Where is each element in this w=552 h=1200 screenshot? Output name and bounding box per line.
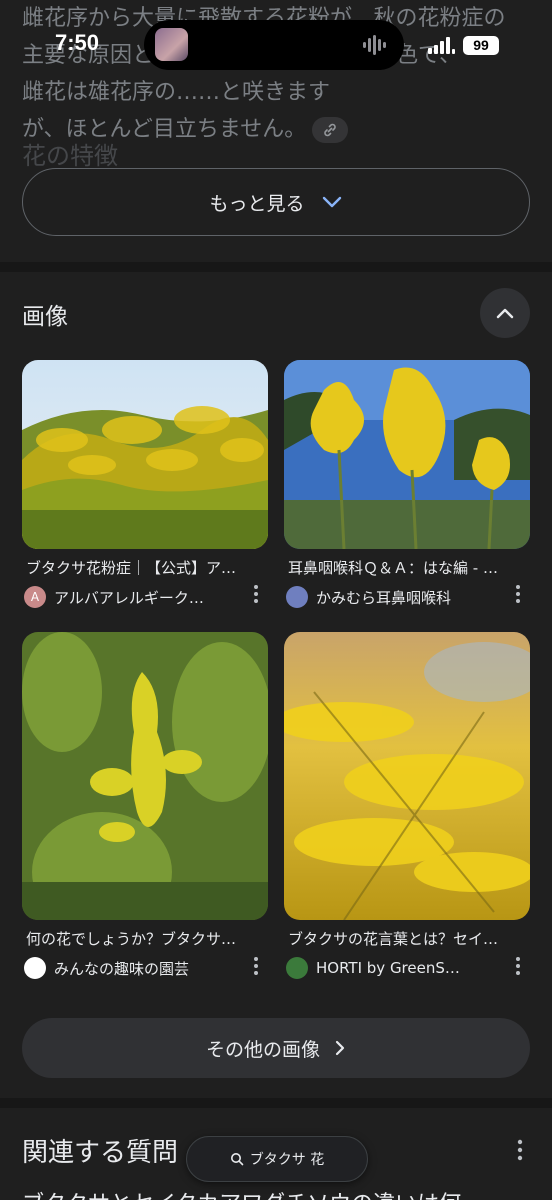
site-favicon-icon [286,957,308,979]
snippet-line: 雌花は雄花序の……と咲きます [22,80,331,105]
image-result-card[interactable]: 何の花でしょうか？ブタクサ… みんなの趣味の園芸 [22,632,268,979]
cellular-signal-icon [428,37,455,54]
images-section-title: 画像 [22,304,68,330]
image-source[interactable]: かみむら耳鼻咽喉科 [284,586,530,608]
image-caption[interactable]: ブタクサ花粉症｜【公式】ア… [22,557,262,578]
goldenrod-field-image [22,360,268,549]
site-favicon-icon [286,586,308,608]
source-name: かみむら耳鼻咽喉科 [316,588,452,607]
image-thumbnail[interactable] [22,632,268,920]
image-result-card[interactable]: ブタクサ花粉症｜【公式】ア… A アルバアレルギーク… [22,360,268,608]
site-favicon-icon [24,957,46,979]
more-images-label: その他の画像 [205,1038,320,1061]
more-images-button[interactable]: その他の画像 [22,1018,530,1078]
image-result-card[interactable]: ブタクサの花言葉とは？セイ… HORTI by GreenS… [284,632,530,979]
source-name: HORTI by GreenS… [316,959,460,977]
image-caption[interactable]: 何の花でしょうか？ブタクサ… [22,928,262,949]
image-source[interactable]: A アルバアレルギーク… [22,586,268,608]
search-icon [230,1153,244,1166]
related-question-item[interactable]: ブタクサとセイタカアワダチソウの違いは何… [22,1186,532,1200]
goldenrod-plant-image [284,360,530,549]
goldenrod-closeup-image [22,632,268,920]
more-options-icon[interactable] [510,583,526,605]
image-source[interactable]: HORTI by GreenS… [284,957,530,979]
status-time: 7:50 [55,30,100,55]
chevron-right-icon [335,1040,345,1056]
more-options-icon[interactable] [512,1138,528,1162]
show-more-button[interactable]: もっと見る [22,168,530,236]
search-query: ブタクサ 花 [249,1152,325,1168]
site-favicon-icon: A [24,586,46,608]
chevron-up-icon [496,308,514,319]
link-icon [324,123,337,137]
chevron-down-icon [322,196,341,208]
show-more-label: もっと見る [209,192,305,215]
source-name: アルバアレルギーク… [54,588,204,607]
more-options-icon[interactable] [248,955,264,977]
image-thumbnail[interactable] [284,632,530,920]
floating-search-pill[interactable]: ブタクサ 花 [186,1136,368,1182]
section-divider [0,1098,552,1108]
collapse-section-button[interactable] [480,288,530,338]
section-divider [0,262,552,272]
more-options-icon[interactable] [248,583,264,605]
audio-wave-icon [363,35,386,55]
related-questions-title: 関連する質問 [22,1138,179,1168]
image-source[interactable]: みんなの趣味の園芸 [22,957,268,979]
more-options-icon[interactable] [510,955,526,977]
link-chip[interactable] [312,117,349,143]
image-result-card[interactable]: 耳鼻咽喉科Ｑ＆Ａ：はな編 - … かみむら耳鼻咽喉科 [284,360,530,608]
battery-indicator: 99 [463,36,499,55]
image-caption[interactable]: ブタクサの花言葉とは？セイ… [284,928,524,949]
source-name: みんなの趣味の園芸 [54,959,190,978]
image-thumbnail[interactable] [22,360,268,549]
snippet-heading: 花の特徴 [22,142,118,170]
goldenrod-blur-image [284,632,530,920]
image-thumbnail[interactable] [284,360,530,549]
dynamic-island[interactable] [144,20,404,70]
now-playing-thumbnail [155,28,188,61]
image-caption[interactable]: 耳鼻咽喉科Ｑ＆Ａ：はな編 - … [284,557,524,578]
